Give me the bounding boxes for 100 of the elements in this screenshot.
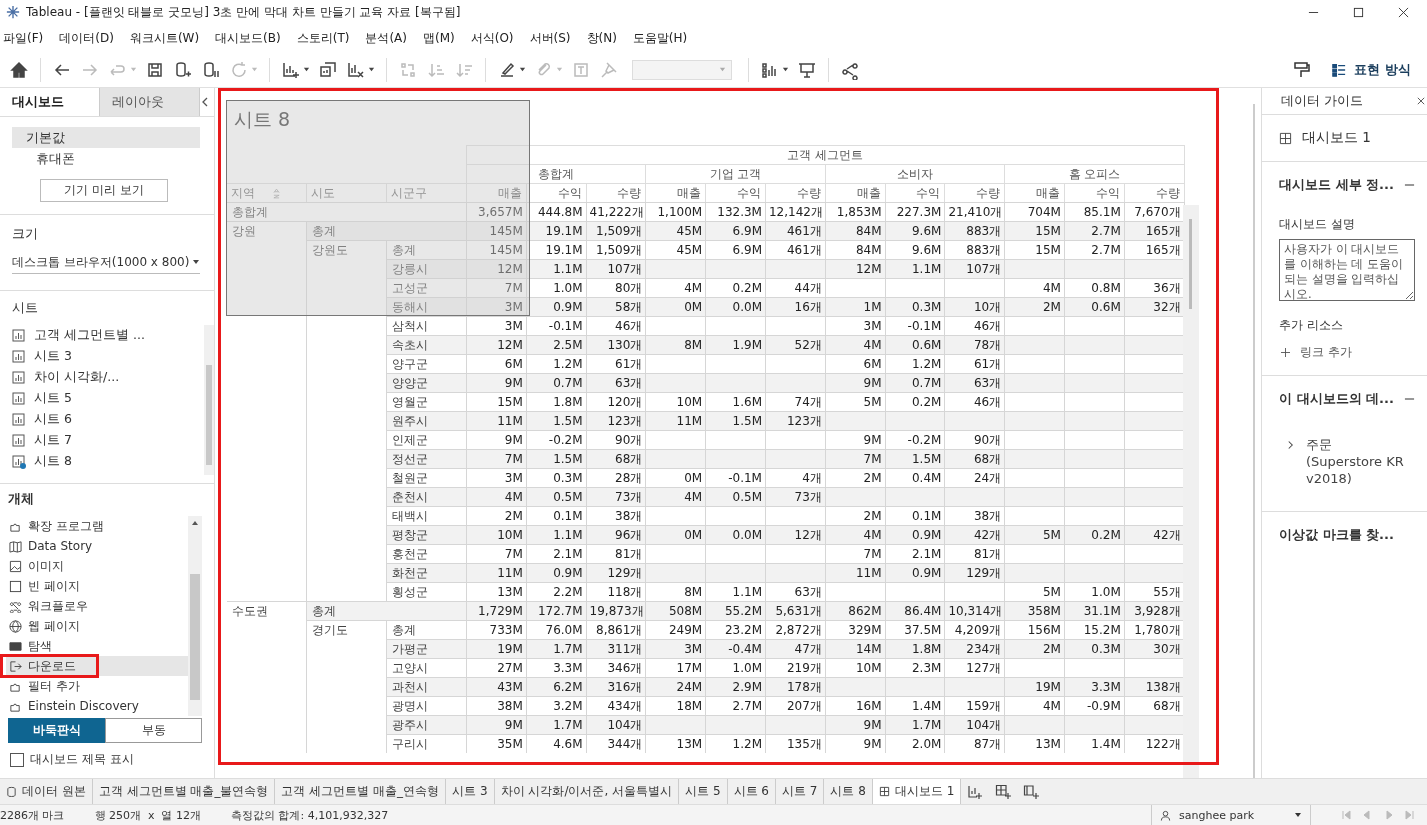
menu-item[interactable]: 데이터(D) [59,29,114,47]
table-cell: 3.2M [526,696,587,715]
collapse-icon[interactable] [200,97,210,107]
object-item[interactable]: 확장 프로그램 [28,517,104,535]
close-icon[interactable] [1417,97,1425,105]
table-cell: 원주시 [387,411,467,430]
menu-item[interactable]: 워크시트(W) [129,29,200,47]
object-item[interactable]: 워크플로우 [28,597,88,615]
description-field[interactable]: 사용자가 이 대시보드를 이해하는 데 도움이 되는 설명을 입력하십시오. [1279,239,1415,301]
table-cell: 8,861개 [586,620,647,639]
table-cell: 6.2M [526,677,587,696]
table-cell: 4.6M [526,734,587,753]
menu-item[interactable]: 대시보드(B) [215,29,281,47]
table-cell [1005,658,1065,677]
add-link-button[interactable]: 링크 추가 [1300,344,1352,361]
table-cell: 2M [1005,297,1065,316]
table-cell: 30개 [1124,639,1185,658]
new-sheet-icon[interactable] [967,783,984,800]
caret-icon[interactable] [192,258,200,266]
sheet-item[interactable]: 시트 8 [34,453,72,470]
scrollbar-thumb[interactable] [206,365,212,465]
table-cell: 4M [467,487,527,506]
plus-icon[interactable] [1281,348,1290,357]
size-dropdown[interactable]: 데스크톱 브라우저(1000 x 800) [12,253,190,271]
table-cell [706,449,766,468]
object-item[interactable]: 탐색 [28,637,52,655]
table-cell: 4M [825,525,886,544]
scrollbar-thumb[interactable] [190,574,200,700]
object-item[interactable]: 필터 추가 [28,677,80,695]
table-cell: 90개 [586,430,647,449]
menu-item[interactable]: 스토리(T) [296,29,350,47]
table-cell: 2M [467,506,527,525]
object-item[interactable]: 웹 페이지 [28,617,80,635]
menu-item[interactable]: 서식(O) [470,29,514,47]
paint-roller-icon[interactable] [1292,59,1313,80]
menu-item[interactable]: 창(N) [586,29,617,47]
table-cell: 평창군 [387,525,467,544]
table-cell [1064,658,1125,677]
device-preview-button[interactable]: 기기 미리 보기 [40,179,168,202]
caret-icon[interactable] [1294,811,1302,819]
table-cell: 0.0M [706,525,766,544]
table-cell: 138개 [1124,677,1185,696]
caret-icon[interactable] [303,66,310,73]
caret-icon[interactable] [782,66,789,73]
panel-tab[interactable]: 레이아웃 [100,88,200,116]
table-cell: 52개 [766,335,826,354]
table-cell [1064,259,1125,278]
expand-icon[interactable] [1287,440,1294,450]
table-cell: 0.6M [885,335,946,354]
table-cell: 2.7M [1064,240,1125,259]
table-cell: 0.0M [706,297,766,316]
table-cell: -0.1M [526,316,587,335]
table-cell: 11M [467,411,527,430]
object-item[interactable]: 이미지 [28,557,64,575]
menu-item[interactable]: 분석(A) [365,29,407,47]
section-title: 이상값 마크를 찾... [1279,527,1394,542]
device-item[interactable]: 휴대폰 [12,148,200,169]
menu-item[interactable]: 도움말(H) [632,29,688,47]
layout-mode-button[interactable]: 바둑판식 [8,718,105,743]
new-story-icon[interactable] [1023,783,1040,800]
menu-item[interactable]: 파일(F) [3,29,44,47]
table-cell [945,487,1006,506]
tab-label: 대시보드 1 [894,783,955,800]
caret-icon[interactable] [368,66,375,73]
table-cell: 123개 [586,411,647,430]
table-cell: 2.5M [526,335,587,354]
new-dashboard-icon[interactable] [995,783,1012,800]
caret-icon[interactable] [519,66,526,73]
table-cell: 90개 [945,430,1006,449]
checkbox[interactable] [10,752,24,767]
object-item[interactable]: Data Story [28,539,93,553]
table-cell: 19M [1005,677,1065,696]
sheet-item[interactable]: 시트 6 [34,411,72,428]
scroll-up-icon[interactable] [191,519,199,527]
sheet-item[interactable]: 차이 시각화/... [34,369,120,386]
status-text: 측정값의 합계: 4,101,932,327 [231,807,389,823]
sheet-item[interactable]: 시트 3 [34,348,72,365]
layout-mode-button[interactable]: 부동 [105,718,202,743]
scrollbar-thumb[interactable] [1189,219,1193,309]
table-cell: 16개 [766,297,826,316]
sheet-item[interactable]: 고객 세그먼트별 ... [34,327,145,344]
table-cell [1064,316,1125,335]
close-icon[interactable] [1398,6,1409,18]
table-cell [945,677,1006,696]
menu-item[interactable]: 맵(M) [423,29,455,47]
object-item[interactable]: Einstein Discovery [28,699,139,713]
table-cell: 55개 [1124,582,1185,601]
sheet-item[interactable]: 시트 7 [34,432,72,449]
table-cell: 15M [1005,221,1065,240]
table-cell: 3.3M [1064,677,1125,696]
object-item[interactable]: 빈 페이지 [28,577,80,595]
data-source-item[interactable]: 주문 (Superstore KR v2018) [1306,436,1406,487]
maximize-icon[interactable] [1353,6,1364,18]
device-item[interactable]: 기본값 [12,127,200,148]
user-menu[interactable]: sanghee park [1179,808,1255,822]
presentation-mode-button[interactable]: 표현 방식 [1352,58,1413,81]
sheet-tab[interactable]: 대시보드 1 [872,779,962,804]
menu-item[interactable]: 서버(S) [529,29,571,47]
table-cell: 3M [467,297,527,316]
sheet-item[interactable]: 시트 5 [34,390,72,407]
